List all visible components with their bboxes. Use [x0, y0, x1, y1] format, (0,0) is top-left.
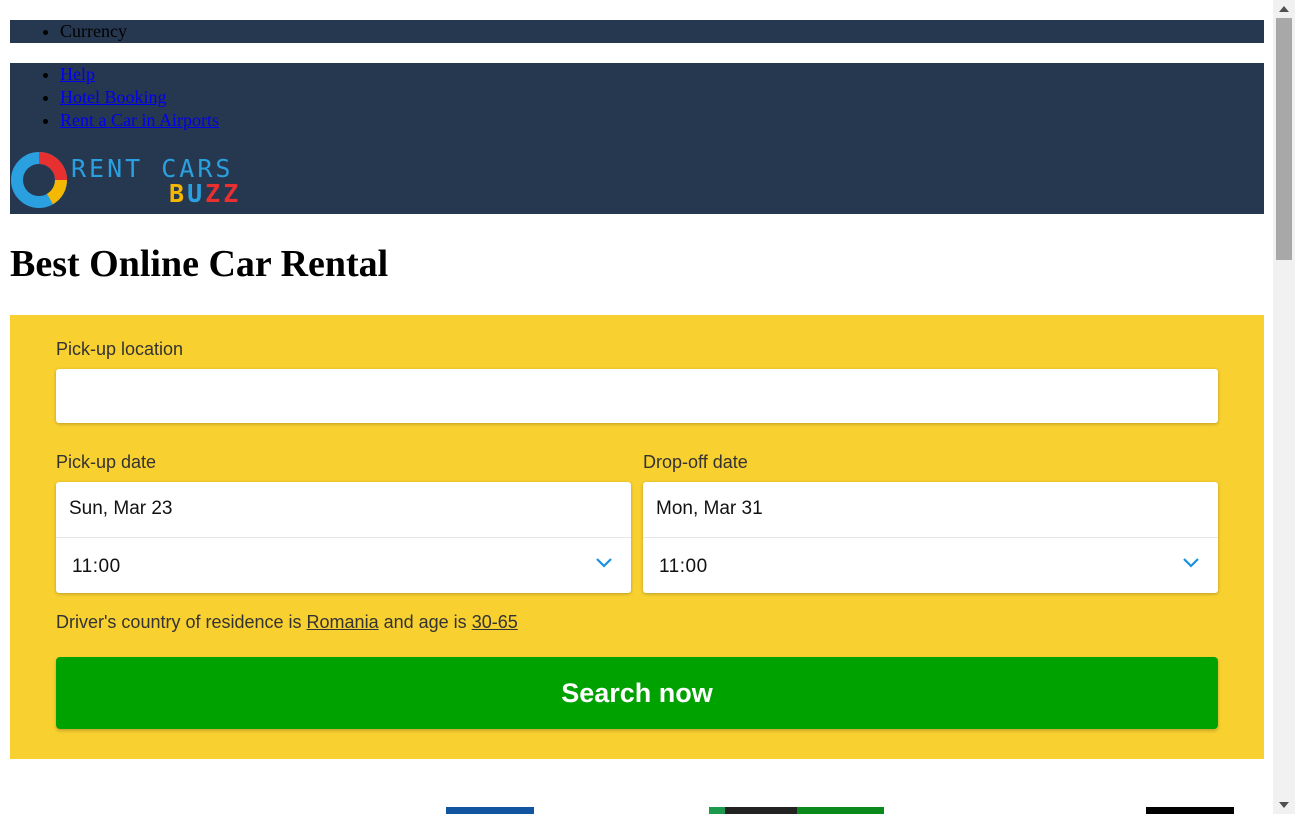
search-now-button[interactable]: Search now	[56, 657, 1218, 729]
dropoff-date-field[interactable]: Mon, Mar 31	[656, 498, 763, 520]
pickup-date-field[interactable]: Sun, Mar 23	[69, 498, 173, 520]
dropoff-datetime-box: Mon, Mar 31 11:00	[643, 482, 1218, 593]
scroll-up-icon[interactable]	[1279, 6, 1289, 12]
search-panel: Pick-up location Pick-up date Sun, Mar 2…	[10, 315, 1264, 759]
logo-letter: B	[169, 179, 188, 208]
currency-bar: Currency	[10, 20, 1264, 43]
pickup-date-label: Pick-up date	[56, 452, 157, 472]
logo-letter: U	[187, 179, 206, 208]
help-link[interactable]: Help	[60, 64, 95, 84]
partner-logo	[446, 807, 534, 814]
partner-logo	[709, 807, 725, 814]
pickup-datetime-box: Sun, Mar 23 11:00	[56, 482, 631, 593]
chevron-down-icon[interactable]	[1182, 556, 1200, 570]
nav-links: Help Hotel Booking Rent a Car in Airport…	[10, 63, 1264, 132]
partner-logo	[725, 807, 797, 814]
rent-a-car-airports-link[interactable]: Rent a Car in Airports	[60, 110, 219, 130]
nav-item-help: Help	[60, 63, 1264, 86]
chevron-down-icon[interactable]	[595, 556, 613, 570]
site-logo[interactable]: RENT CARS BUZZ	[10, 151, 250, 209]
nav-item-rent-a-car-airports: Rent a Car in Airports	[60, 109, 1264, 132]
scrollbar[interactable]	[1273, 0, 1295, 814]
hotel-booking-link[interactable]: Hotel Booking	[60, 87, 167, 107]
page: Currency Help Hotel Booking Rent a Car i…	[10, 20, 1264, 759]
divider	[643, 537, 1218, 538]
divider	[56, 537, 631, 538]
residence-prefix: Driver's country of residence is	[56, 612, 302, 632]
dropoff-date-label: Drop-off date	[643, 452, 748, 472]
dropoff-time-select[interactable]: 11:00	[659, 556, 708, 578]
pickup-location-input[interactable]	[56, 369, 1218, 423]
page-title: Best Online Car Rental	[10, 243, 389, 285]
logo-letter: Z	[223, 179, 242, 208]
pickup-location-label: Pick-up location	[56, 339, 184, 359]
logo-letter: Z	[205, 179, 224, 208]
logo-text-buzz: BUZZ	[169, 179, 241, 208]
logo-ring-icon	[11, 152, 67, 208]
scroll-down-icon[interactable]	[1279, 802, 1289, 808]
residence-age-link[interactable]: 30-65	[472, 612, 518, 632]
header-nav: Help Hotel Booking Rent a Car in Airport…	[10, 63, 1264, 214]
residence-age-prefix: and age is	[383, 612, 467, 632]
currency-list: Currency	[10, 20, 1264, 42]
residence-country-link[interactable]: Romania	[307, 612, 379, 632]
partner-logo	[1146, 807, 1234, 814]
partner-logo	[797, 807, 884, 814]
scroll-thumb[interactable]	[1276, 18, 1292, 260]
nav-item-hotel-booking: Hotel Booking	[60, 86, 1264, 109]
currency-item[interactable]: Currency	[60, 20, 1264, 42]
pickup-time-select[interactable]: 11:00	[72, 556, 121, 578]
driver-residence-info: Driver's country of residence is Romania…	[56, 612, 518, 633]
